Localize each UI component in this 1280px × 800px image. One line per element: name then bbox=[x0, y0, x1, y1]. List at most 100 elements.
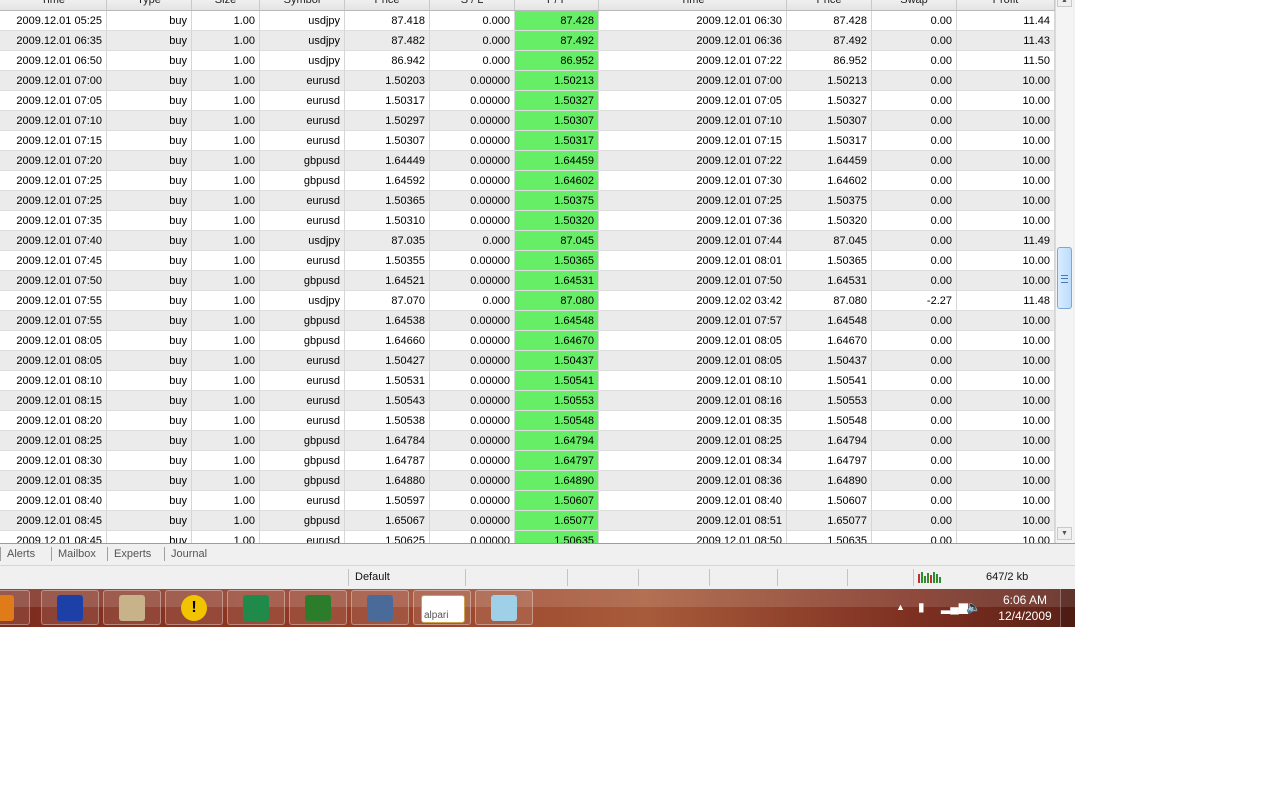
table-row[interactable]: 2009.12.01 08:05 buy 1.00 gbpusd 1.64660 0.00… bbox=[0, 331, 1055, 351]
cell-stop-loss: 0.00000 bbox=[430, 191, 515, 211]
table-row[interactable]: 2009.12.01 08:40 buy 1.00 eurusd 1.50597 0.00… bbox=[0, 491, 1055, 511]
cell-type: buy bbox=[107, 351, 192, 371]
cell-take-profit: 1.50541 bbox=[515, 371, 599, 391]
cell-swap: 0.00 bbox=[872, 31, 957, 51]
cell-profit: 10.00 bbox=[957, 131, 1055, 151]
table-row[interactable]: 2009.12.01 07:05 buy 1.00 eurusd 1.50317 0.00… bbox=[0, 91, 1055, 111]
table-row[interactable]: 2009.12.01 07:25 buy 1.00 gbpusd 1.64592 0.00… bbox=[0, 171, 1055, 191]
cell-open-time: 2009.12.01 08:15 bbox=[0, 391, 107, 411]
show-desktop-button[interactable] bbox=[1060, 589, 1075, 627]
table-row[interactable]: 2009.12.01 08:15 buy 1.00 eurusd 1.50543 0.00… bbox=[0, 391, 1055, 411]
cell-open-price: 1.64660 bbox=[345, 331, 430, 351]
cell-size: 1.00 bbox=[192, 191, 260, 211]
column-header-take-profit[interactable]: T / P bbox=[515, 0, 599, 10]
cell-stop-loss: 0.00000 bbox=[430, 471, 515, 491]
tray-expand-icon[interactable]: ▲ bbox=[896, 602, 905, 612]
table-row[interactable]: 2009.12.01 08:25 buy 1.00 gbpusd 1.64784 0.00… bbox=[0, 431, 1055, 451]
table-row[interactable]: 2009.12.01 07:15 buy 1.00 eurusd 1.50307 0.00… bbox=[0, 131, 1055, 151]
table-row[interactable]: 2009.12.01 08:20 buy 1.00 eurusd 1.50538 0.00… bbox=[0, 411, 1055, 431]
column-header-type[interactable]: Type bbox=[107, 0, 192, 10]
terminal-tabs: Alerts Mailbox Experts Journal bbox=[0, 543, 1075, 564]
column-header-stop-loss[interactable]: S / L bbox=[430, 0, 515, 10]
taskbar-button-notepad[interactable] bbox=[475, 590, 533, 625]
profile-name: Default bbox=[355, 571, 390, 583]
table-row[interactable]: 2009.12.01 08:45 buy 1.00 gbpusd 1.65067 0.00… bbox=[0, 511, 1055, 531]
table-row[interactable]: 2009.12.01 07:20 buy 1.00 gbpusd 1.64449 0.00… bbox=[0, 151, 1055, 171]
table-row[interactable]: 2009.12.01 08:35 buy 1.00 gbpusd 1.64880 0.00… bbox=[0, 471, 1055, 491]
cell-stop-loss: 0.00000 bbox=[430, 131, 515, 151]
scroll-up-arrow-icon[interactable]: ▲ bbox=[1057, 0, 1072, 7]
taskbar-button-globe-grid[interactable] bbox=[227, 590, 285, 625]
taskbar-button-warning[interactable]: ! bbox=[165, 590, 223, 625]
volume-icon[interactable]: 🔈 bbox=[966, 600, 981, 614]
table-row[interactable]: 2009.12.01 08:45 buy 1.00 eurusd 1.50625 0.00… bbox=[0, 531, 1055, 543]
clock[interactable]: 6:06 AM 12/4/2009 bbox=[990, 592, 1060, 624]
column-header-profit[interactable]: Profit bbox=[957, 0, 1055, 10]
table-row[interactable]: 2009.12.01 07:25 buy 1.00 eurusd 1.50365 0.00… bbox=[0, 191, 1055, 211]
column-header-open-time[interactable]: Time bbox=[0, 0, 107, 10]
tab-journal[interactable]: Journal bbox=[164, 547, 213, 561]
table-row[interactable]: 2009.12.01 07:50 buy 1.00 gbpusd 1.64521 0.00… bbox=[0, 271, 1055, 291]
column-header-size[interactable]: Size bbox=[192, 0, 260, 10]
table-row[interactable]: 2009.12.01 05:25 buy 1.00 usdjpy 87.418 0.000… bbox=[0, 11, 1055, 31]
scroll-down-arrow-icon[interactable]: ▼ bbox=[1057, 527, 1072, 540]
cell-size: 1.00 bbox=[192, 391, 260, 411]
table-row[interactable]: 2009.12.01 08:10 buy 1.00 eurusd 1.50531 0.00… bbox=[0, 371, 1055, 391]
cell-take-profit: 87.428 bbox=[515, 11, 599, 31]
taskbar-button-alpari[interactable]: alpari bbox=[413, 590, 471, 625]
power-icon[interactable]: ▮ bbox=[918, 600, 925, 614]
column-header-open-price[interactable]: Price bbox=[345, 0, 430, 10]
cell-type: buy bbox=[107, 191, 192, 211]
table-row[interactable]: 2009.12.01 08:05 buy 1.00 eurusd 1.50427 0.00… bbox=[0, 351, 1055, 371]
tab-alerts[interactable]: Alerts bbox=[0, 547, 41, 561]
cell-close-time: 2009.12.01 08:01 bbox=[599, 251, 787, 271]
taskbar-button-green-arrow[interactable] bbox=[289, 590, 347, 625]
tab-experts[interactable]: Experts bbox=[107, 547, 157, 561]
table-row[interactable]: 2009.12.01 07:40 buy 1.00 usdjpy 87.035 0.000… bbox=[0, 231, 1055, 251]
table-row[interactable]: 2009.12.01 07:35 buy 1.00 eurusd 1.50310 0.00… bbox=[0, 211, 1055, 231]
vertical-scrollbar[interactable]: ▲ ▼ bbox=[1055, 0, 1073, 543]
scroll-thumb[interactable] bbox=[1057, 247, 1072, 309]
cell-stop-loss: 0.00000 bbox=[430, 511, 515, 531]
table-row[interactable]: 2009.12.01 07:55 buy 1.00 gbpusd 1.64538 0.00… bbox=[0, 311, 1055, 331]
cell-open-time: 2009.12.01 07:25 bbox=[0, 191, 107, 211]
taskbar-button-metatrader[interactable] bbox=[351, 590, 409, 625]
cell-open-time: 2009.12.01 08:45 bbox=[0, 531, 107, 543]
column-header-close-price[interactable]: Price bbox=[787, 0, 872, 10]
table-row[interactable]: 2009.12.01 06:50 buy 1.00 usdjpy 86.942 0.000… bbox=[0, 51, 1055, 71]
cell-symbol: usdjpy bbox=[260, 31, 345, 51]
taskbar-button-media-player[interactable] bbox=[0, 590, 30, 625]
column-header-swap[interactable]: Swap bbox=[872, 0, 957, 10]
cell-type: buy bbox=[107, 251, 192, 271]
column-header-symbol[interactable]: Symbol bbox=[260, 0, 345, 10]
taskbar-button-remote-desktop[interactable] bbox=[41, 590, 99, 625]
cell-open-price: 1.50543 bbox=[345, 391, 430, 411]
cell-type: buy bbox=[107, 231, 192, 251]
cell-type: buy bbox=[107, 451, 192, 471]
table-row[interactable]: 2009.12.01 07:10 buy 1.00 eurusd 1.50297 0.00… bbox=[0, 111, 1055, 131]
cell-swap: 0.00 bbox=[872, 131, 957, 151]
cell-close-time: 2009.12.01 08:25 bbox=[599, 431, 787, 451]
cell-take-profit: 1.50607 bbox=[515, 491, 599, 511]
cell-profit: 10.00 bbox=[957, 171, 1055, 191]
network-icon[interactable]: ▂▄▆ bbox=[941, 600, 968, 614]
cell-close-time: 2009.12.01 07:00 bbox=[599, 71, 787, 91]
cell-swap: 0.00 bbox=[872, 511, 957, 531]
tab-mailbox[interactable]: Mailbox bbox=[51, 547, 102, 561]
taskbar-button-paint-palette[interactable] bbox=[103, 590, 161, 625]
table-row[interactable]: 2009.12.01 06:35 buy 1.00 usdjpy 87.482 0.000… bbox=[0, 31, 1055, 51]
cell-take-profit: 87.080 bbox=[515, 291, 599, 311]
cell-stop-loss: 0.00000 bbox=[430, 211, 515, 231]
table-row[interactable]: 2009.12.01 08:30 buy 1.00 gbpusd 1.64787 0.00… bbox=[0, 451, 1055, 471]
table-row[interactable]: 2009.12.01 07:55 buy 1.00 usdjpy 87.070 0.000… bbox=[0, 291, 1055, 311]
cell-type: buy bbox=[107, 531, 192, 543]
table-row[interactable]: 2009.12.01 07:00 buy 1.00 eurusd 1.50203 0.00… bbox=[0, 71, 1055, 91]
cell-symbol: gbpusd bbox=[260, 431, 345, 451]
cell-open-price: 1.50297 bbox=[345, 111, 430, 131]
cell-open-time: 2009.12.01 06:50 bbox=[0, 51, 107, 71]
cell-symbol: eurusd bbox=[260, 91, 345, 111]
cell-profit: 11.49 bbox=[957, 231, 1055, 251]
column-header-close-time[interactable]: Time bbox=[599, 0, 787, 10]
table-row[interactable]: 2009.12.01 07:45 buy 1.00 eurusd 1.50355 0.00… bbox=[0, 251, 1055, 271]
cell-type: buy bbox=[107, 271, 192, 291]
